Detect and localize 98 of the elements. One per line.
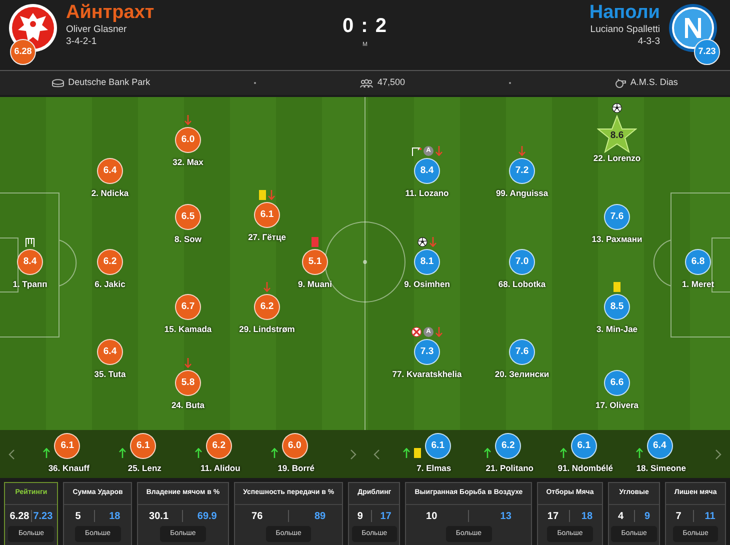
player-name[interactable]: 11. Alidou bbox=[200, 462, 240, 475]
player-name[interactable]: 27. Гётце bbox=[248, 231, 286, 244]
player-rating[interactable]: 6.2 bbox=[97, 249, 123, 275]
player-rating[interactable]: 8.5 bbox=[604, 294, 630, 320]
player-name[interactable]: 1. Трапп bbox=[12, 278, 48, 291]
player-name[interactable]: 32. Max bbox=[172, 156, 204, 169]
player-name[interactable]: 9. Muani bbox=[298, 278, 332, 291]
home-value: 6.28 bbox=[10, 510, 30, 524]
player-rating[interactable]: 6.0 bbox=[282, 433, 308, 460]
player-rating[interactable]: 6.2 bbox=[495, 433, 522, 460]
away-value: 11 bbox=[704, 510, 716, 524]
player-rating[interactable]: 6.4 bbox=[97, 339, 123, 365]
player-rating[interactable]: 8.4 bbox=[414, 158, 440, 184]
home-value: 76 bbox=[252, 510, 263, 524]
player-rating[interactable]: 8.1 bbox=[414, 249, 440, 275]
player-rating[interactable]: 6.2 bbox=[254, 294, 280, 320]
attendance: 47,500 bbox=[377, 76, 405, 90]
player-rating[interactable]: 6.1 bbox=[54, 433, 80, 460]
away-value: 7.23 bbox=[33, 510, 53, 524]
player-rating[interactable]: 6.4 bbox=[97, 158, 123, 184]
referee-name: A.M.S. Dias bbox=[630, 76, 678, 90]
player-name[interactable]: 7. Elmas bbox=[416, 462, 452, 475]
player-rating[interactable]: 6.1 bbox=[254, 202, 280, 228]
home-value: 5 bbox=[75, 510, 81, 524]
stadium-icon bbox=[52, 78, 64, 88]
team-name[interactable]: Наполи bbox=[589, 3, 660, 24]
player-name[interactable]: 3. Min-Jae bbox=[596, 323, 638, 336]
player-rating[interactable]: 7.3 bbox=[414, 339, 440, 365]
player-name[interactable]: 68. Lobotka bbox=[498, 278, 546, 291]
player-name[interactable]: 13. Рахмани bbox=[592, 233, 642, 246]
crowd-icon bbox=[360, 78, 374, 88]
away-value: 13 bbox=[500, 510, 512, 524]
home-value: 17 bbox=[547, 510, 559, 524]
chevron-right-icon[interactable] bbox=[715, 448, 722, 460]
away-value: 9 bbox=[644, 510, 650, 524]
player-rating[interactable]: 8.4 bbox=[17, 249, 43, 275]
chevron-right-icon[interactable] bbox=[350, 448, 357, 460]
player-rating[interactable]: 6.2 bbox=[206, 433, 232, 460]
away-value: 17 bbox=[380, 510, 392, 524]
player-rating[interactable]: 7.6 bbox=[604, 204, 630, 230]
player-name[interactable]: 17. Olivera bbox=[595, 399, 638, 412]
player-rating[interactable]: 6.6 bbox=[604, 370, 630, 396]
player-rating[interactable]: 6.1 bbox=[130, 433, 156, 460]
player-rating[interactable]: 7.6 bbox=[509, 339, 535, 365]
player-rating[interactable]: 6.1 bbox=[570, 433, 597, 460]
chevron-left-icon[interactable] bbox=[8, 448, 15, 460]
player-name[interactable]: 9. Osimhen bbox=[404, 278, 450, 291]
letter-crest-icon bbox=[668, 3, 718, 53]
player-rating[interactable]: 6.4 bbox=[646, 433, 673, 460]
away-value: 69.9 bbox=[197, 510, 217, 524]
player-name[interactable]: 25. Lenz bbox=[128, 462, 162, 475]
player-name[interactable]: 20. Зелински bbox=[494, 368, 550, 381]
player-name[interactable]: 2. Ndicka bbox=[91, 187, 129, 200]
manager-name: Oliver Glasner bbox=[66, 24, 128, 36]
player-name[interactable]: 99. Anguissa bbox=[496, 187, 548, 200]
player-rating[interactable]: 6.0 bbox=[175, 127, 201, 153]
manager-name: Luciano Spalletti bbox=[590, 24, 660, 36]
player-rating[interactable]: 6.8 bbox=[685, 249, 711, 275]
player-name[interactable]: 36. Knauff bbox=[48, 462, 90, 475]
formation: 3-4-2-1 bbox=[66, 36, 98, 49]
player-name[interactable]: 19. Borré bbox=[278, 462, 315, 475]
player-name[interactable]: 21. Politano bbox=[486, 462, 534, 475]
player-rating[interactable]: 6.7 bbox=[175, 294, 201, 320]
team-rating: 7.23 bbox=[694, 39, 720, 65]
player-name[interactable]: 91. Ndombélé bbox=[558, 462, 614, 475]
away-value: 18 bbox=[581, 510, 593, 524]
stadium-name: Deutsche Bank Park bbox=[68, 76, 150, 90]
player-name[interactable]: 18. Simeone bbox=[636, 462, 686, 475]
player-name[interactable]: 1. Meret bbox=[682, 278, 714, 291]
player-rating[interactable]: 5.1 bbox=[302, 249, 328, 275]
team-rating: 6.28 bbox=[10, 39, 36, 65]
player-name[interactable]: 77. Kvaratskhelia bbox=[392, 368, 462, 381]
team-name[interactable]: Айнтрахт bbox=[66, 3, 154, 24]
score: 0 : 2 bbox=[342, 14, 388, 39]
player-name[interactable]: 15. Kamada bbox=[164, 323, 212, 336]
whistle-icon bbox=[615, 78, 626, 88]
player-name[interactable]: 24. Buta bbox=[171, 399, 205, 412]
away-value: 89 bbox=[314, 510, 326, 524]
player-name[interactable]: 8. Sow bbox=[174, 233, 202, 246]
player-rating[interactable]: 7.2 bbox=[509, 158, 535, 184]
player-name[interactable]: 11. Lozano bbox=[405, 187, 449, 200]
player-rating[interactable]: 6.5 bbox=[175, 204, 201, 230]
player-rating: 8.6 bbox=[610, 128, 624, 143]
chevron-left-icon[interactable] bbox=[373, 448, 380, 460]
player-rating[interactable]: 5.8 bbox=[175, 370, 201, 396]
player-name[interactable]: 35. Tuta bbox=[94, 368, 126, 381]
player-name[interactable]: 22. Lorenzo bbox=[593, 152, 641, 165]
away-value: 18 bbox=[109, 510, 120, 524]
formation: 4-3-3 bbox=[638, 36, 660, 49]
player-rating[interactable]: 6.1 bbox=[424, 433, 451, 460]
home-value: 4 bbox=[618, 510, 624, 524]
home-value: 7 bbox=[676, 510, 682, 524]
home-value: 10 bbox=[426, 510, 438, 524]
player-rating[interactable]: 7.0 bbox=[509, 249, 535, 275]
player-name[interactable]: 6. Jakic bbox=[94, 278, 126, 291]
home-value: 30.1 bbox=[149, 510, 169, 524]
home-value: 9 bbox=[357, 510, 363, 524]
player-name[interactable]: 29. Lindstrøm bbox=[239, 323, 295, 336]
